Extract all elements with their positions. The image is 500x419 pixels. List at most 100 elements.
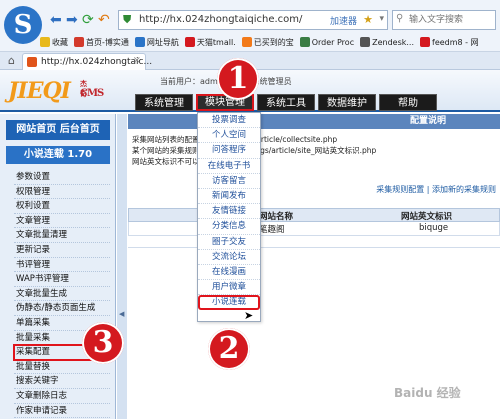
nav-help[interactable]: 帮助: [379, 94, 437, 111]
sidebar-item[interactable]: 作家申请记录: [14, 404, 110, 419]
sidebar-item[interactable]: 文章删除日志: [14, 389, 110, 404]
bookmark-label: 首页-博实通: [86, 37, 129, 47]
close-icon[interactable]: ×: [133, 55, 141, 66]
bookmark-label: 天猫tmall.: [196, 37, 236, 47]
taobao-icon: [241, 37, 252, 47]
address-bar[interactable]: ⛊ http://hx.024zhongtaiqiche.com/ 加速器 ★ …: [118, 10, 388, 30]
mouse-cursor-icon: ➤: [244, 309, 254, 322]
browser-tab[interactable]: http://hx.024zhongtaic... ×: [22, 53, 152, 70]
gear-icon: [360, 37, 371, 47]
nav-system-tools[interactable]: 系统工具: [257, 94, 315, 111]
bookmark-label: Zendesk...: [372, 37, 414, 47]
config-line: 网站英文标识不可以重复: [132, 157, 215, 166]
sidebar-list: 参数设置 权限管理 权利设置 文章管理 文章批量清理 更新记录 书评管理 WAP书评管理 文章批…: [13, 170, 111, 419]
dropdown-item[interactable]: 在线电子书: [198, 159, 260, 174]
table-header-name: 网站名称: [259, 212, 294, 222]
watermark: Baidu 经验: [394, 386, 461, 400]
sidebar-item[interactable]: 参数设置: [14, 170, 110, 185]
bookmark-item[interactable]: 网址导航: [134, 37, 179, 48]
module-dropdown-menu: 投票调查 个人空间 问答程序 在线电子书 访客留言 新闻发布 友情链接 分类信息 圈子交友 交流论…: [197, 112, 261, 322]
bookmark-item[interactable]: Order Proc: [299, 37, 355, 47]
sidebar-top-links[interactable]: 网站首页 后台首页: [6, 120, 110, 140]
back-arrow-icon[interactable]: ⬅: [50, 12, 62, 28]
tmall-icon: [184, 37, 195, 47]
dropdown-item[interactable]: 新闻发布: [198, 189, 260, 205]
chevron-down-icon[interactable]: ▾: [379, 14, 384, 24]
nav-data-maintenance[interactable]: 数据维护: [318, 94, 376, 111]
refresh-icon[interactable]: ⟳: [82, 12, 94, 28]
config-title: 配置说明: [128, 114, 500, 129]
nav-system-admin[interactable]: 系统管理: [135, 94, 193, 111]
url-text[interactable]: http://hx.024zhongtaiqiche.com/: [139, 14, 302, 25]
home-icon[interactable]: ⌂: [8, 54, 15, 67]
forward-arrow-icon[interactable]: ➡: [66, 12, 78, 28]
sidebar-item[interactable]: 文章批量清理: [14, 228, 110, 243]
dropdown-item[interactable]: 友情链接: [198, 204, 260, 220]
table-row[interactable]: 笔趣阁 biquge: [128, 222, 500, 236]
sidebar-item[interactable]: 文章批量生成: [14, 287, 110, 302]
dropdown-item[interactable]: 问答程序: [198, 143, 260, 159]
bookmark-label: Order Proc: [311, 37, 355, 47]
logo-cms-text: CMS: [80, 88, 104, 99]
dropdown-item[interactable]: 访客留言: [198, 174, 260, 189]
bookmark-item[interactable]: feedm8 - 网: [420, 37, 479, 48]
sidebar-splitter[interactable]: ◀: [117, 114, 127, 419]
dropdown-item[interactable]: 分类信息: [198, 219, 260, 235]
dropdown-item[interactable]: 圈子交友: [198, 235, 260, 250]
search-input[interactable]: [409, 11, 495, 29]
bookmark-item[interactable]: 已买到的宝: [241, 37, 294, 48]
feed-icon: [420, 37, 430, 47]
search-box[interactable]: ⚲: [392, 10, 496, 30]
page-icon: [74, 37, 84, 47]
bookmark-item[interactable]: 首页-博实通: [74, 37, 129, 48]
table-cell-name: 笔趣阁: [259, 225, 285, 235]
step-badge-2: 2: [208, 328, 250, 370]
dropdown-item[interactable]: 投票调查: [198, 113, 260, 129]
bookmark-item[interactable]: Zendesk...: [360, 37, 414, 47]
sidebar-item[interactable]: 更新记录: [14, 243, 110, 258]
site-favicon-icon: [27, 57, 37, 67]
rule-actions[interactable]: 采集规则配置 | 添加新的采集规则: [128, 184, 500, 196]
search-icon: ⚲: [396, 13, 404, 24]
sidebar-item[interactable]: 文章管理: [14, 214, 110, 229]
step-badge-1: 1: [217, 58, 259, 100]
step-badge-3: 3: [82, 322, 124, 364]
sidebar-item[interactable]: 书评管理: [14, 258, 110, 273]
dropdown-item[interactable]: 在线漫画: [198, 265, 260, 281]
browser-toolbar: S ⬅ ➡ ⟳ ↶ ⛊ http://hx.024zhongtaiqiche.c…: [0, 0, 500, 52]
sidebar-item[interactable]: 权利设置: [14, 199, 110, 214]
cms-logo: JIEQI 杰奇 CMS: [8, 78, 104, 104]
config-line: 采集网站列表的配置文件是 /configs/article/collectsit…: [132, 135, 338, 144]
sidebar: 网站首页 后台首页 小说连载 1.70 参数设置 权限管理 权利设置 文章管理 文章批量…: [0, 114, 116, 419]
globe-icon: [134, 37, 145, 47]
table-header-ident: 网站英文标识: [401, 212, 453, 222]
bookmark-label: 收藏: [52, 37, 68, 47]
table-cell-ident: biquge: [419, 223, 449, 233]
sidebar-item[interactable]: 伪静态/静态页面生成: [14, 301, 110, 316]
star-icon: [40, 37, 50, 47]
sidebar-item[interactable]: WAP书评管理: [14, 272, 110, 287]
bookmark-item[interactable]: 收藏: [40, 37, 68, 48]
sidebar-section-title[interactable]: 小说连载 1.70: [6, 146, 110, 164]
undo-icon[interactable]: ↶: [98, 12, 110, 28]
accelerator-label[interactable]: 加速器: [330, 14, 357, 27]
bookmark-item[interactable]: 天猫tmall.: [184, 37, 236, 48]
logo-main-text: JIEQI: [8, 78, 71, 104]
table-header: 网站名称 网站英文标识: [128, 208, 500, 222]
config-lines: 采集网站列表的配置文件是 /configs/article/collectsit…: [132, 134, 500, 167]
main-content: 配置说明 采集网站列表的配置文件是 /configs/article/colle…: [128, 114, 500, 419]
bookmarks-bar: 收藏 首页-博实通 网址导航 天猫tmall. 已买到的宝 Order Proc Zende…: [0, 33, 500, 51]
sidebar-item[interactable]: 权限管理: [14, 185, 110, 200]
config-line: 某个网站的采集规则配置文件是 /configs/article/site_网站英…: [132, 146, 377, 155]
dropdown-item[interactable]: 用户微章: [198, 280, 260, 296]
dropdown-item[interactable]: 交流论坛: [198, 250, 260, 265]
star-icon[interactable]: ★: [363, 13, 373, 26]
dropdown-item[interactable]: 个人空间: [198, 128, 260, 144]
sidebar-item[interactable]: 搜索关键字: [14, 374, 110, 389]
bookmark-label: 已买到的宝: [253, 37, 294, 47]
bookmark-label: feedm8 - 网: [432, 37, 479, 47]
collapse-arrow-icon[interactable]: ◀: [119, 310, 124, 318]
bookmark-label: 网址导航: [146, 37, 179, 47]
table-row: [128, 236, 500, 248]
top-navigation: 系统管理 模块管理 系统工具 数据维护 帮助: [135, 94, 437, 111]
